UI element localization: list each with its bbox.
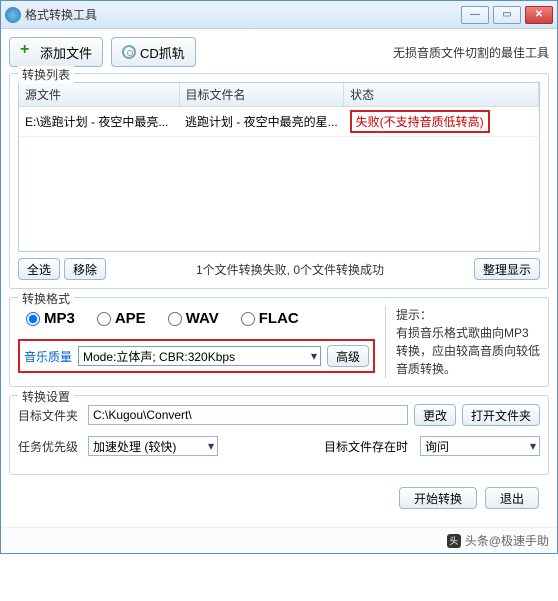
col-target[interactable]: 目标文件名 xyxy=(179,83,344,107)
settings-group: 转换设置 目标文件夹 更改 打开文件夹 任务优先级 加速处理 (较快) 目标文件… xyxy=(9,395,549,475)
exist-select[interactable]: 询问 xyxy=(420,436,540,456)
radio-wav-input[interactable] xyxy=(168,312,182,326)
source-icon: 头 xyxy=(447,534,461,548)
radio-wav[interactable]: WAV xyxy=(168,310,219,327)
tidy-button[interactable]: 整理显示 xyxy=(474,258,540,280)
footer-text: 头条@极速手助 xyxy=(465,532,549,549)
exit-button[interactable]: 退出 xyxy=(485,487,539,509)
list-buttons: 全选 移除 1个文件转换失败, 0个文件转换成功 整理显示 xyxy=(18,258,540,280)
quality-label: 音乐质量 xyxy=(24,348,72,365)
tip-body: 有损音乐格式歌曲向MP3转换，应由较高音质向较低音质转换。 xyxy=(396,324,540,378)
add-file-button[interactable]: 添加文件 xyxy=(9,37,103,67)
close-button[interactable]: ✕ xyxy=(525,6,553,24)
advanced-button[interactable]: 高级 xyxy=(327,345,369,367)
cell-status: 失败(不支持音质低转高) xyxy=(344,107,539,137)
cd-rip-button[interactable]: CD抓轨 xyxy=(111,37,196,67)
col-source[interactable]: 源文件 xyxy=(19,83,179,107)
quality-combo[interactable]: Mode:立体声; CBR:320Kbps xyxy=(78,346,321,366)
add-file-label: 添加文件 xyxy=(40,43,92,62)
priority-row: 任务优先级 加速处理 (较快) 目标文件存在时 询问 xyxy=(18,436,540,456)
app-window: 格式转换工具 — ▭ ✕ 添加文件 CD抓轨 无损音质文件切割的最佳工具 转换列… xyxy=(0,0,558,554)
tip-head: 提示： xyxy=(396,306,540,324)
toolbar: 添加文件 CD抓轨 无损音质文件切割的最佳工具 xyxy=(9,37,549,67)
table-row[interactable]: E:\逃跑计划 - 夜空中最亮... 逃跑计划 - 夜空中最亮的星... 失败(… xyxy=(19,107,539,137)
minimize-button[interactable]: — xyxy=(461,6,489,24)
open-folder-button[interactable]: 打开文件夹 xyxy=(462,404,540,426)
convert-list-group: 转换列表 源文件 目标文件名 状态 E:\逃跑计划 - 夜空中最亮... 逃跑计… xyxy=(9,73,549,289)
change-button[interactable]: 更改 xyxy=(414,404,456,426)
priority-label: 任务优先级 xyxy=(18,438,82,455)
target-folder-input[interactable] xyxy=(88,405,408,425)
bottom-bar: 开始转换 退出 xyxy=(9,483,549,519)
cd-icon xyxy=(122,45,136,59)
summary-text: 1个文件转换失败, 0个文件转换成功 xyxy=(106,261,474,278)
window-title: 格式转换工具 xyxy=(25,6,461,23)
window-controls: — ▭ ✕ xyxy=(461,6,553,24)
maximize-button[interactable]: ▭ xyxy=(493,6,521,24)
target-folder-row: 目标文件夹 更改 打开文件夹 xyxy=(18,404,540,426)
file-table-wrap[interactable]: 源文件 目标文件名 状态 E:\逃跑计划 - 夜空中最亮... 逃跑计划 - 夜… xyxy=(18,82,540,252)
radio-flac[interactable]: FLAC xyxy=(241,310,299,327)
cell-source: E:\逃跑计划 - 夜空中最亮... xyxy=(19,107,179,137)
cell-target: 逃跑计划 - 夜空中最亮的星... xyxy=(179,107,344,137)
status-badge: 失败(不支持音质低转高) xyxy=(350,110,490,133)
quality-row: 音乐质量 Mode:立体声; CBR:320Kbps 高级 xyxy=(18,339,375,373)
format-row: MP3 APE WAV FLAC 音乐质量 Mode:立体声; CBR:320K… xyxy=(18,306,540,378)
plus-icon xyxy=(20,44,36,60)
radio-ape-input[interactable] xyxy=(97,312,111,326)
footer: 头 头条@极速手助 xyxy=(1,527,557,553)
remove-button[interactable]: 移除 xyxy=(64,258,106,280)
format-radios: MP3 APE WAV FLAC xyxy=(18,306,375,337)
titlebar: 格式转换工具 — ▭ ✕ xyxy=(1,1,557,29)
radio-mp3-input[interactable] xyxy=(26,312,40,326)
app-icon xyxy=(5,7,21,23)
col-status[interactable]: 状态 xyxy=(344,83,539,107)
format-group: 转换格式 MP3 APE WAV FLAC 音乐质量 Mode:立体声; CBR… xyxy=(9,297,549,387)
toolbar-text: 无损音质文件切割的最佳工具 xyxy=(393,44,549,61)
exist-label: 目标文件存在时 xyxy=(324,438,408,455)
start-convert-button[interactable]: 开始转换 xyxy=(399,487,477,509)
target-folder-label: 目标文件夹 xyxy=(18,407,82,424)
convert-list-legend: 转换列表 xyxy=(18,66,74,83)
format-legend: 转换格式 xyxy=(18,290,74,307)
priority-select[interactable]: 加速处理 (较快) xyxy=(88,436,218,456)
radio-flac-input[interactable] xyxy=(241,312,255,326)
cd-rip-label: CD抓轨 xyxy=(140,43,185,62)
select-all-button[interactable]: 全选 xyxy=(18,258,60,280)
settings-legend: 转换设置 xyxy=(18,388,74,405)
radio-ape[interactable]: APE xyxy=(97,310,146,327)
radio-mp3[interactable]: MP3 xyxy=(26,310,75,327)
content: 添加文件 CD抓轨 无损音质文件切割的最佳工具 转换列表 源文件 目标文件名 状… xyxy=(1,29,557,527)
tip-box: 提示： 有损音乐格式歌曲向MP3转换，应由较高音质向较低音质转换。 xyxy=(385,306,540,378)
file-table: 源文件 目标文件名 状态 E:\逃跑计划 - 夜空中最亮... 逃跑计划 - 夜… xyxy=(19,83,539,137)
